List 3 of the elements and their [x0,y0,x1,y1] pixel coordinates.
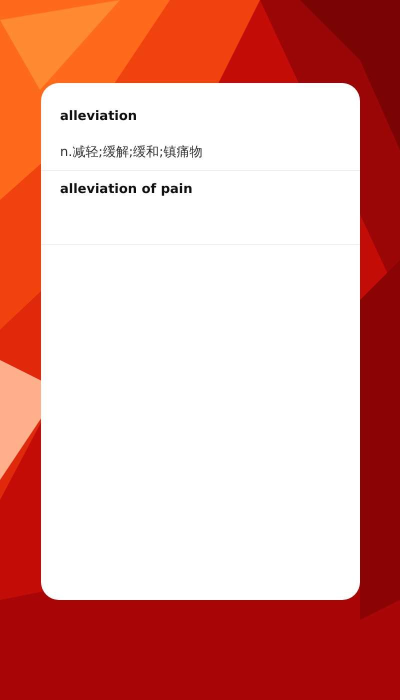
entry-definition: n.减轻;缓解;缓和;镇痛物 [60,144,204,162]
entry-word: alleviation of pain [60,181,194,198]
entry-word: alleviation [60,108,138,125]
